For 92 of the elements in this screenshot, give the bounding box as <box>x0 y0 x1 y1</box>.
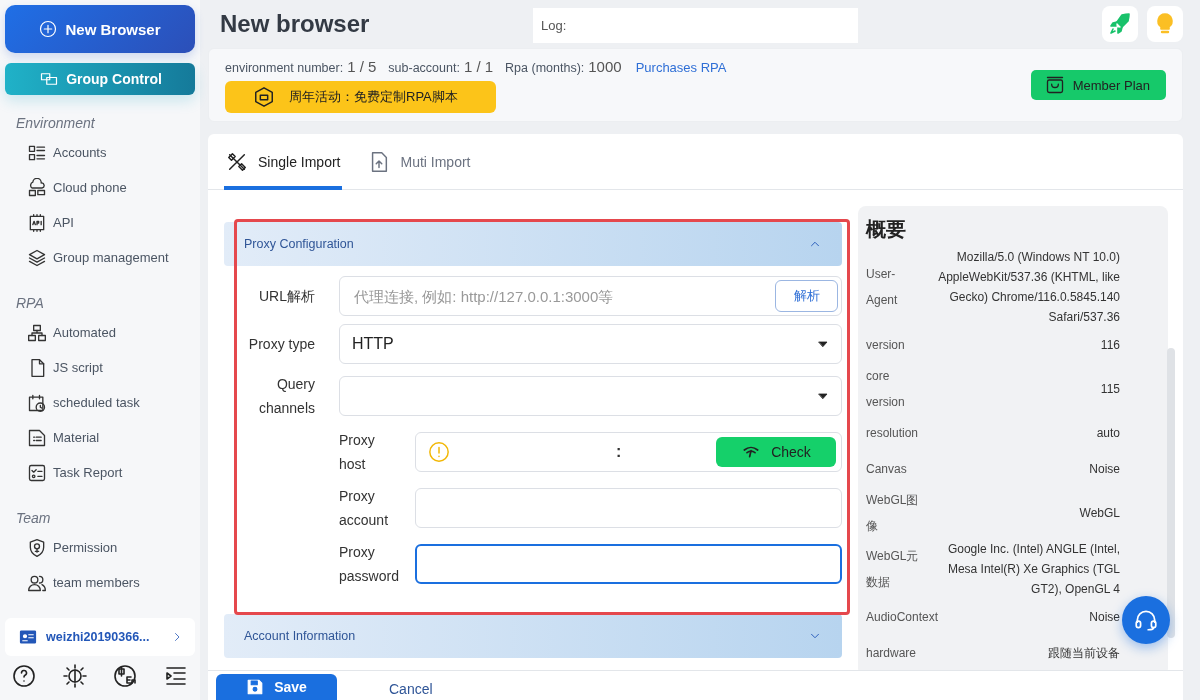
summary-value: 跟随当前设备 <box>1048 645 1120 662</box>
new-browser-button[interactable]: New Browser <box>5 5 195 53</box>
save-button[interactable]: Save <box>216 674 337 700</box>
shield-icon <box>27 537 47 558</box>
log-field[interactable]: Log: <box>533 7 858 43</box>
cancel-button[interactable]: Cancel <box>369 678 433 700</box>
sidebar-item[interactable]: JS script <box>5 350 195 385</box>
sidebar-item[interactable]: Permission <box>5 530 195 565</box>
port-separator: : <box>616 443 622 461</box>
proxy-password-field[interactable] <box>415 544 842 584</box>
language-icon <box>113 664 138 688</box>
stat-value: 1000 <box>588 57 622 75</box>
sidebar-item[interactable]: Material <box>5 420 195 455</box>
tab[interactable]: Single Import <box>224 134 343 190</box>
field-label: Proxy password <box>338 543 400 586</box>
sidebar-item[interactable]: API <box>5 205 195 240</box>
stat-label: Rpa (months): <box>505 60 585 75</box>
plus-circle-icon <box>39 20 58 38</box>
collapse-menu-icon <box>163 664 188 688</box>
scrollbar-thumb[interactable] <box>1167 348 1175 638</box>
warning-icon <box>428 441 450 463</box>
purchase-rpa-link[interactable]: Purchases RPA <box>635 59 727 75</box>
document-icon <box>27 427 47 448</box>
summary-value: Noise <box>1089 461 1120 478</box>
summary-label: User-Agent <box>866 266 899 309</box>
calendar-icon <box>27 392 47 413</box>
field-label: Query channels <box>257 375 316 418</box>
theme-icon <box>62 664 87 688</box>
stat-value: 1 / 1 <box>463 57 494 75</box>
promo-banner[interactable]: 周年活动：免费定制RPA脚本 <box>225 80 496 113</box>
summary-label: version <box>866 337 906 354</box>
proxy-host-field[interactable]: : Check <box>415 432 842 472</box>
dropdown-caret-icon <box>817 390 829 402</box>
sidebar-item[interactable]: Automated <box>5 315 195 350</box>
section-title: Team <box>16 510 52 526</box>
section-header[interactable]: Proxy Configuration <box>224 222 842 266</box>
summary-label: AudioContext <box>866 609 939 626</box>
summary-value: 116 <box>1100 337 1120 354</box>
proxy-type-select[interactable]: HTTP <box>339 324 842 364</box>
field-label: Proxy account <box>338 487 390 530</box>
id-card-icon <box>18 628 38 646</box>
summary-title: 概要 <box>866 217 907 242</box>
help-icon <box>12 664 36 688</box>
promo-text: 周年活动：免费定制RPA脚本 <box>289 87 458 106</box>
summary-value: Google Inc. (Intel) ANGLE (Intel, Mesa Intel(R) Xe Graphics (TGL GT2), OpenGL 4 <box>946 541 1120 598</box>
summary-value: Mozilla/5.0 (Windows NT 10.0) AppleWebKit/537.36 (KHTML, like Gecko) Chrome/116.0.5845.140 Safari/537.36 <box>937 249 1120 326</box>
summary-label: WebGL图像 <box>866 492 920 535</box>
rocket-icon <box>1108 12 1132 36</box>
summary-label: hardware <box>866 645 918 662</box>
floppy-icon <box>246 678 265 696</box>
summary-value: 115 <box>1100 381 1120 398</box>
sidebar-item[interactable]: scheduled task <box>5 385 195 420</box>
user-card[interactable]: weizhi20190366... <box>5 618 195 656</box>
stat-label: sub-account: <box>388 60 460 75</box>
check-button[interactable]: Check <box>716 437 836 467</box>
url-field[interactable]: 代理连接, 例如: http://127.0.0.1:3000等 解析 <box>339 276 842 316</box>
field-label: URL解析 <box>258 287 316 306</box>
tab[interactable]: Muti Import <box>366 134 473 190</box>
summary-label: WebGL元数据 <box>866 548 920 591</box>
sidebar-item[interactable]: Cloud phone <box>5 170 195 205</box>
stat-value: 1 / 5 <box>347 57 377 75</box>
summary-value: WebGL <box>1079 505 1120 522</box>
query-channels-select[interactable] <box>339 376 842 416</box>
stat-label: environment number: <box>225 60 344 75</box>
cloud-icon <box>27 177 47 198</box>
chip-icon <box>27 212 47 233</box>
summary-label: Canvas <box>866 461 908 478</box>
section-title: Environment <box>16 115 96 131</box>
summary-value: auto <box>1096 425 1120 442</box>
page-title: New browser <box>220 10 371 38</box>
dropdown-caret-icon <box>817 338 829 350</box>
member-plan-button[interactable]: Member Plan <box>1030 70 1166 100</box>
launch-button[interactable] <box>1102 6 1138 42</box>
proxy-account-field[interactable] <box>415 488 842 528</box>
sidebar-item[interactable]: team members <box>5 565 195 600</box>
section-header[interactable]: Account Information <box>224 614 842 658</box>
sidebar-item[interactable]: Task Report <box>5 455 195 490</box>
sidebar-item[interactable]: Accounts <box>5 135 195 170</box>
section-title: RPA <box>16 295 45 311</box>
field-label: Proxy host <box>338 431 376 474</box>
parse-button[interactable]: 解析 <box>775 280 838 312</box>
checklist-icon <box>27 462 47 483</box>
tips-button[interactable] <box>1147 6 1183 42</box>
field-label: Proxy type <box>247 335 316 354</box>
summary-label: resolution <box>866 425 920 442</box>
tools-icon <box>226 151 248 173</box>
shopping-bag-icon <box>1044 75 1065 95</box>
group-control-button[interactable]: Group Control <box>5 63 195 95</box>
summary-value: Noise <box>1089 609 1120 626</box>
sidebar-item[interactable]: Group management <box>5 240 195 275</box>
flowchart-icon <box>27 322 47 343</box>
layers-icon <box>27 247 47 268</box>
